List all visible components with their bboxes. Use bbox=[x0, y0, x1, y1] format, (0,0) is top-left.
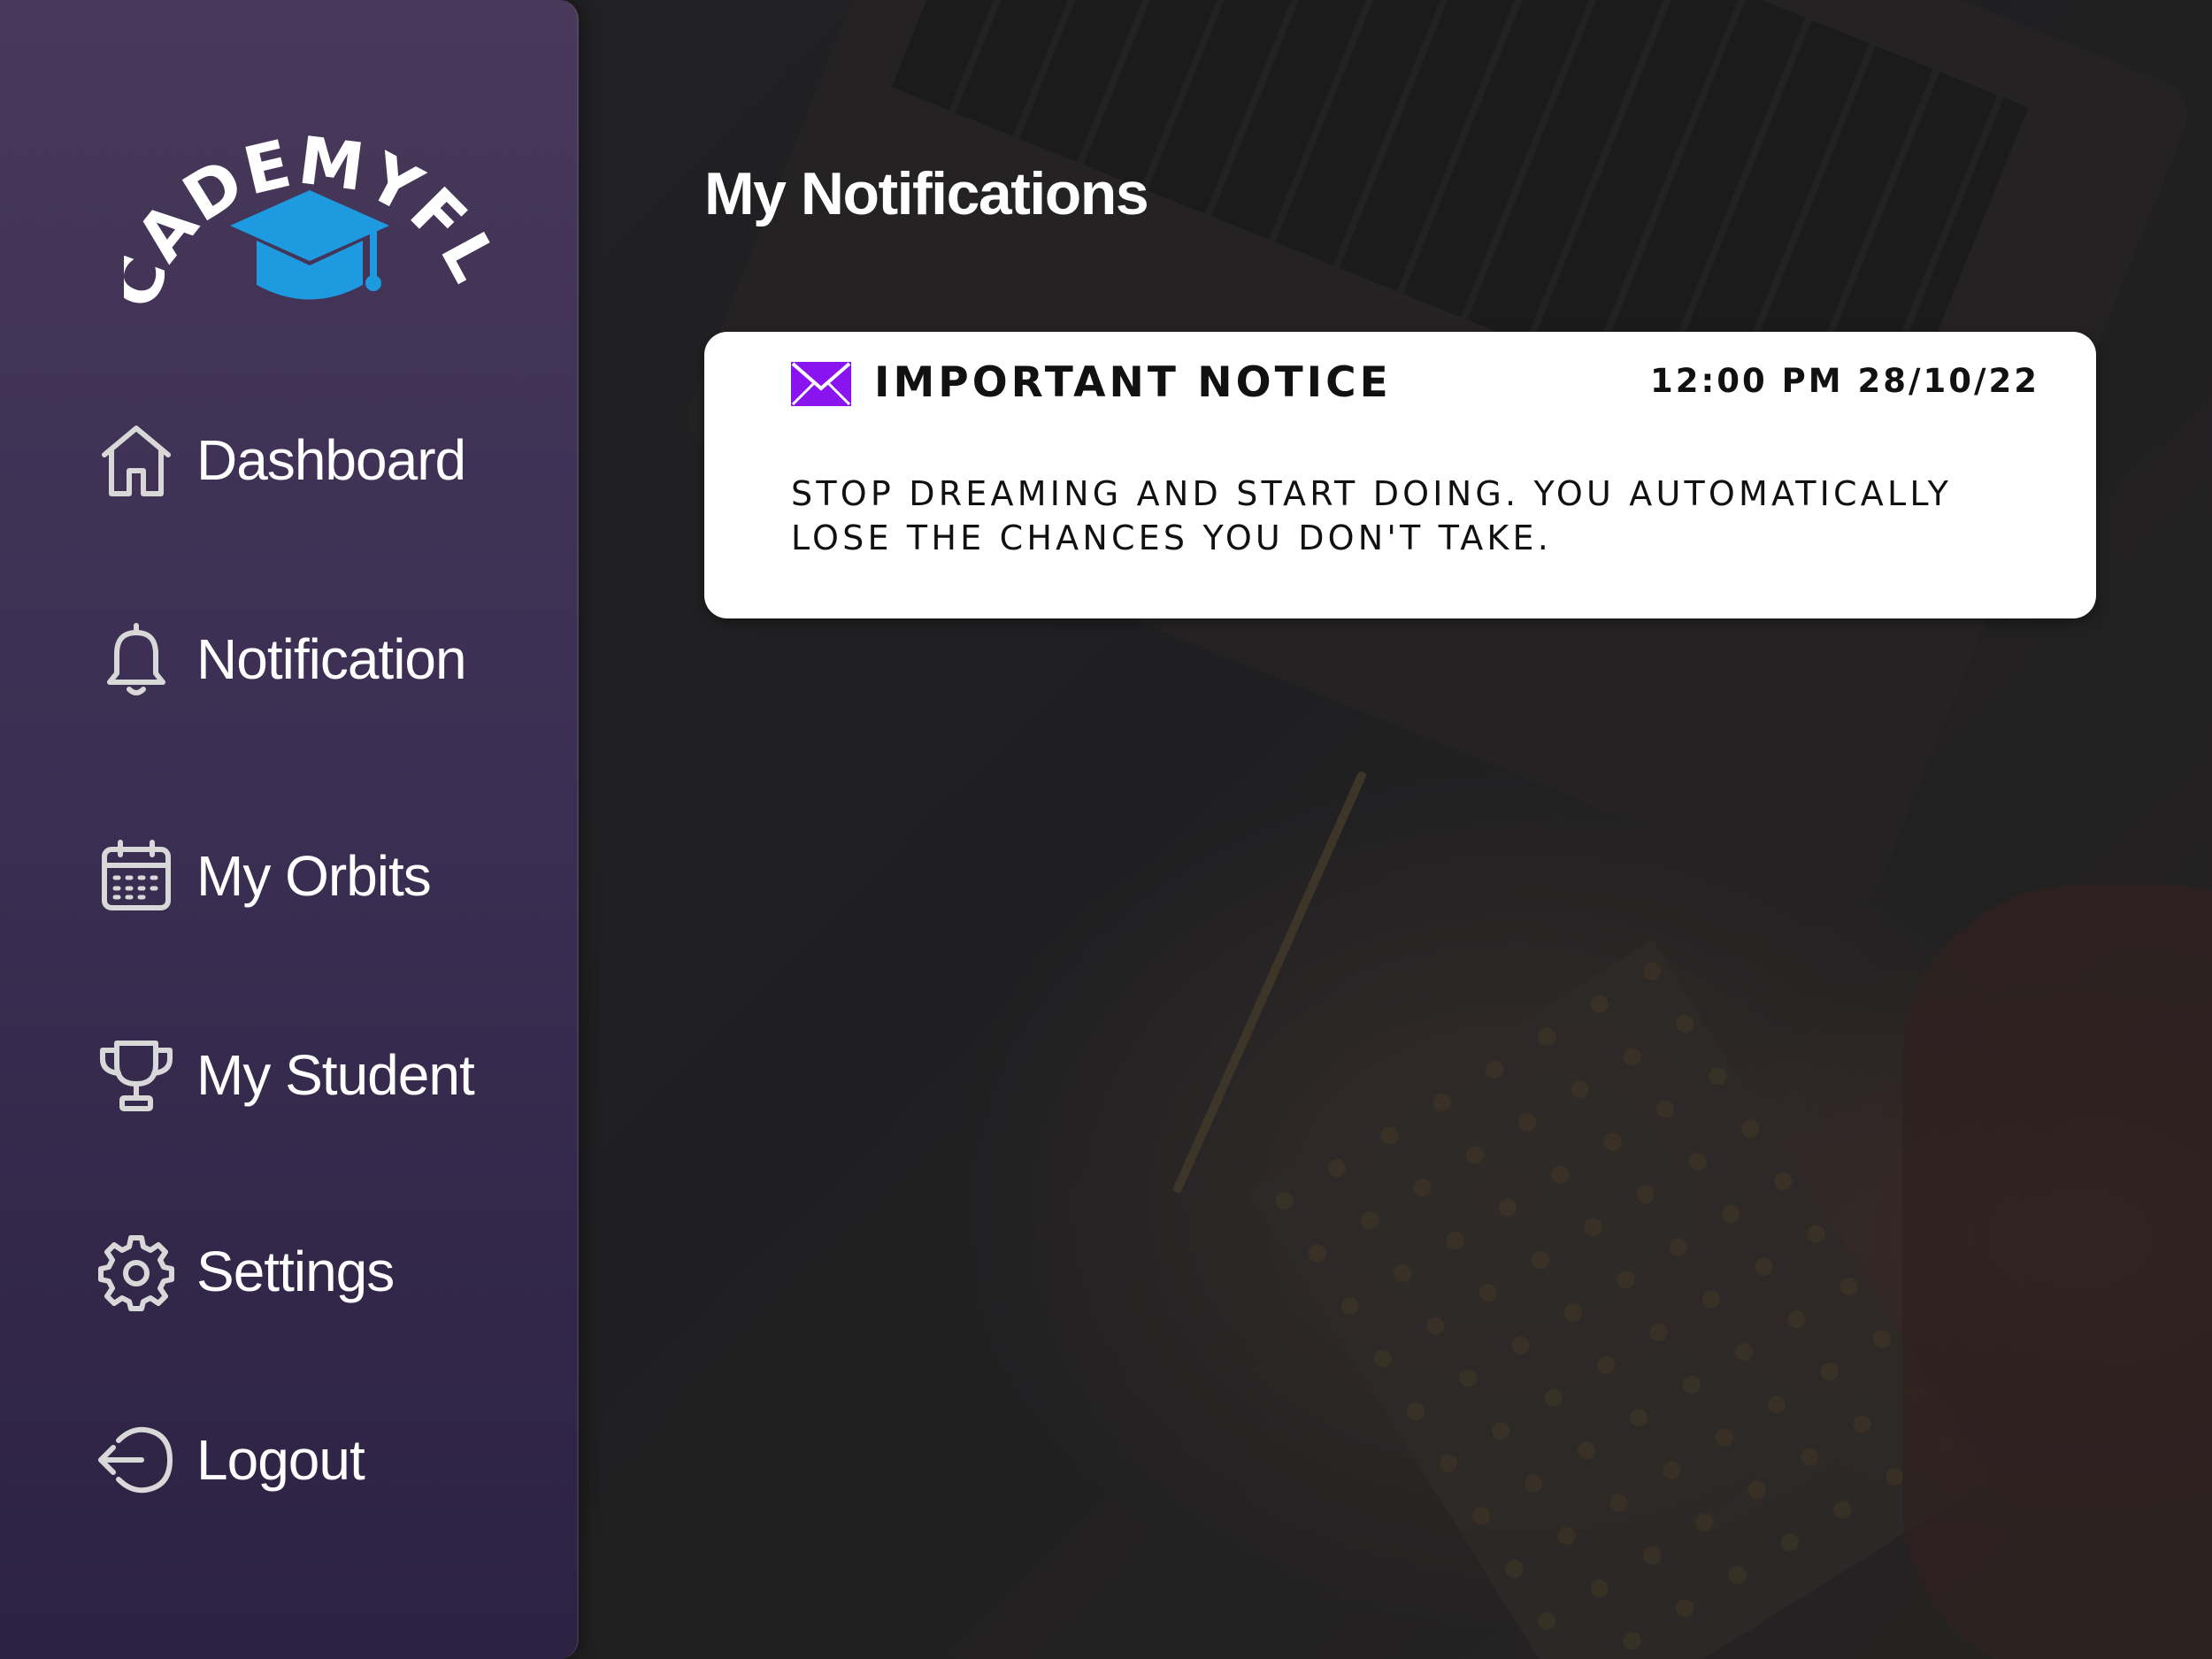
trophy-icon bbox=[96, 1034, 177, 1116]
background-pen bbox=[1171, 770, 1368, 1194]
sidebar-item-my-student[interactable]: My Student bbox=[96, 1031, 475, 1119]
notification-title: IMPORTANT NOTICE bbox=[874, 358, 1392, 407]
sidebar-item-label: My Orbits bbox=[196, 844, 432, 908]
sidebar-item-dashboard[interactable]: Dashboard bbox=[96, 416, 466, 504]
sidebar-item-label: Notification bbox=[196, 627, 467, 691]
background-cloth bbox=[1902, 885, 2212, 1659]
sidebar-item-label: Settings bbox=[196, 1240, 395, 1303]
notification-card[interactable]: IMPORTANT NOTICE 12:00 PM 28/10/22 STOP … bbox=[704, 332, 2096, 618]
sidebar-item-logout[interactable]: Logout bbox=[96, 1416, 365, 1504]
academyflix-logo[interactable]: ACADEMYFLIX bbox=[96, 28, 511, 336]
notification-message: STOP DREAMING AND START DOING. YOU AUTOM… bbox=[791, 474, 1953, 557]
background-notebook bbox=[1248, 939, 1991, 1659]
sidebar-item-label: Logout bbox=[196, 1428, 365, 1492]
sidebar-item-label: My Student bbox=[196, 1043, 475, 1107]
home-icon bbox=[96, 419, 177, 501]
sidebar-item-notification[interactable]: Notification bbox=[96, 615, 467, 703]
gear-icon bbox=[96, 1231, 177, 1312]
sidebar-item-my-orbits[interactable]: My Orbits bbox=[96, 832, 432, 920]
logout-icon bbox=[96, 1419, 177, 1501]
sidebar-item-label: Dashboard bbox=[196, 428, 466, 492]
app-page: ACADEMYFLIX Dashboard bbox=[0, 0, 2212, 1659]
notification-timestamp: 12:00 PM 28/10/22 bbox=[1650, 362, 2039, 400]
sidebar: ACADEMYFLIX Dashboard bbox=[0, 0, 579, 1659]
page-title: My Notifications bbox=[704, 160, 1149, 227]
envelope-icon bbox=[791, 362, 851, 406]
bell-icon bbox=[96, 618, 177, 700]
sidebar-item-settings[interactable]: Settings bbox=[96, 1227, 395, 1316]
calendar-icon bbox=[96, 835, 177, 917]
